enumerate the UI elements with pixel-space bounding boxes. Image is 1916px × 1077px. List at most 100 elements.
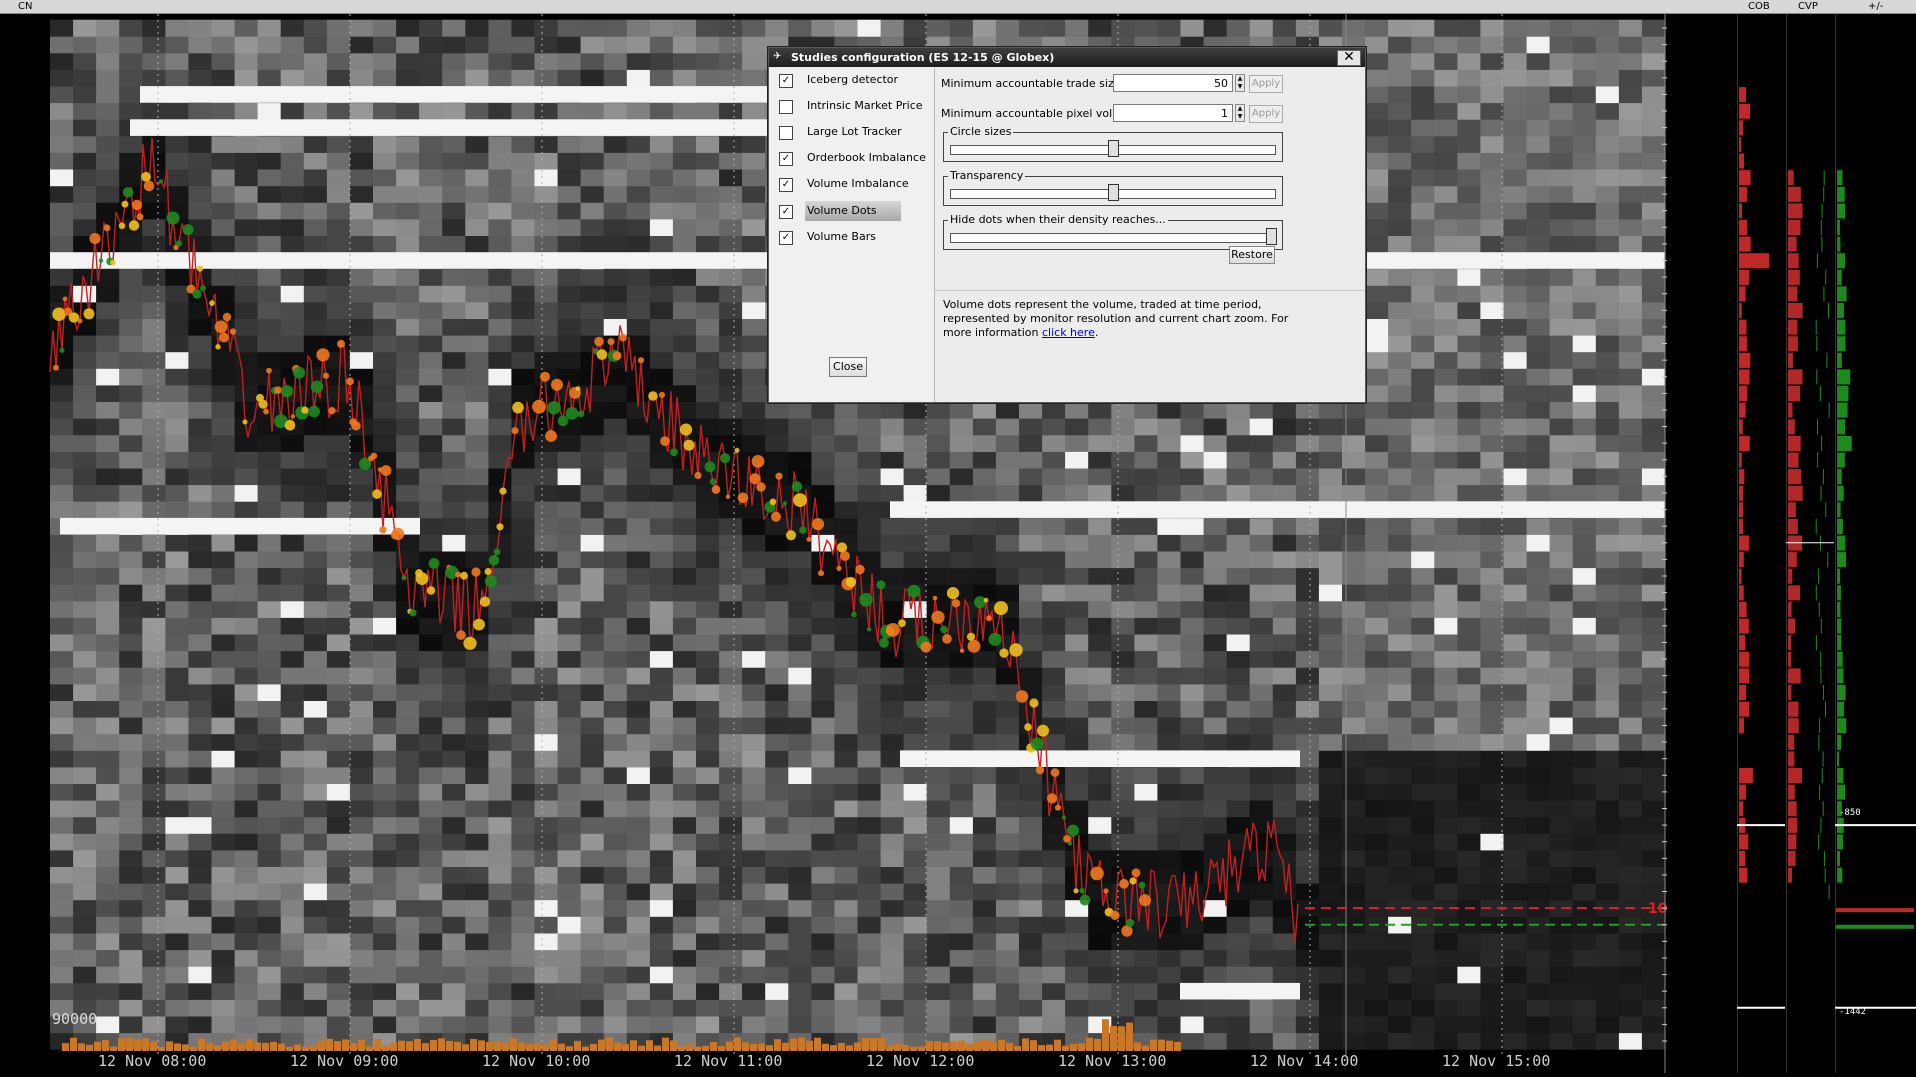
- volume-bar: [406, 1041, 413, 1051]
- volume-bar: [678, 1047, 685, 1051]
- heatmap-cell: [50, 634, 74, 651]
- heatmap-cell: [1088, 618, 1112, 635]
- heatmap-cell: [1181, 684, 1205, 701]
- heatmap-cell: [1157, 983, 1181, 1000]
- heatmap-cell: [1134, 584, 1158, 601]
- heatmap-cell: [119, 601, 143, 618]
- heatmap-cell: [834, 917, 858, 934]
- heatmap-cell: [535, 153, 559, 170]
- heatmap-cell: [119, 551, 143, 568]
- heatmap-cell: [604, 983, 628, 1000]
- volume-bar: [1134, 1042, 1141, 1051]
- heatmap-cell: [788, 20, 812, 37]
- heatmap-cell: [119, 352, 143, 369]
- heatmap-cell: [488, 767, 512, 784]
- volume-dot: [460, 572, 468, 580]
- heatmap-cell: [811, 618, 835, 635]
- heatmap-cell: [1480, 302, 1504, 319]
- heatmap-cell: [119, 917, 143, 934]
- heatmap-cell: [1296, 651, 1320, 668]
- heatmap-cell: [1388, 53, 1412, 70]
- heatmap-cell: [627, 169, 651, 186]
- heatmap-cell: [511, 601, 535, 618]
- heatmap-cell: [1480, 618, 1504, 635]
- heatmap-cell: [1527, 1033, 1551, 1050]
- heatmap-cell: [1227, 634, 1251, 651]
- heatmap-cell: [465, 900, 489, 917]
- heatmap-cell: [142, 452, 166, 469]
- heatmap-cell: [165, 153, 189, 170]
- heatmap-cell: [1619, 867, 1643, 884]
- heatmap-cell: [258, 219, 282, 236]
- volume-dot: [473, 619, 485, 631]
- heatmap-cell: [165, 983, 189, 1000]
- heatmap-cell: [996, 452, 1020, 469]
- cvp-buy-bar: [1825, 502, 1826, 517]
- heatmap-cell: [1227, 784, 1251, 801]
- histogram-bar: [1739, 868, 1747, 883]
- volume-dot: [59, 348, 64, 353]
- heatmap-cell: [1065, 568, 1089, 585]
- volume-bar: [1094, 1039, 1101, 1051]
- heatmap-cell: [511, 883, 535, 900]
- heatmap-cell: [627, 368, 651, 385]
- volume-dot: [551, 379, 563, 391]
- heatmap-cell: [558, 302, 582, 319]
- heatmap-cell: [1019, 1016, 1043, 1033]
- heatmap-cell: [765, 784, 789, 801]
- time-tick-label: 12 Nov 08:00: [98, 1052, 206, 1070]
- volume-dot: [608, 338, 615, 345]
- heatmap-cell: [581, 418, 605, 435]
- liquidity-level: [1180, 983, 1300, 1000]
- heatmap-cell: [73, 817, 97, 834]
- heatmap-cell: [1573, 734, 1597, 751]
- volume-bar: [1086, 1038, 1093, 1051]
- heatmap-cell: [396, 319, 420, 336]
- heatmap-cell: [650, 169, 674, 186]
- heatmap-cell: [719, 269, 743, 286]
- heatmap-cell: [1065, 966, 1089, 983]
- heatmap-cell: [1227, 667, 1251, 684]
- heatmap-cell: [1619, 202, 1643, 219]
- heatmap-cell: [1550, 319, 1574, 336]
- heatmap-cell: [1619, 418, 1643, 435]
- heatmap-cell: [165, 468, 189, 485]
- heatmap-cell: [1550, 634, 1574, 651]
- heatmap-cell: [1227, 584, 1251, 601]
- heatmap-cell: [281, 236, 305, 253]
- heatmap-cell: [258, 20, 282, 37]
- heatmap-cell: [442, 402, 466, 419]
- heatmap-cell: [188, 950, 212, 967]
- heatmap-cell: [1134, 535, 1158, 552]
- heatmap-cell: [1573, 1016, 1597, 1033]
- heatmap-cell: [765, 418, 789, 435]
- heatmap-cell: [1250, 485, 1274, 502]
- heatmap-cell: [581, 601, 605, 618]
- heatmap-cell: [558, 701, 582, 718]
- heatmap-cell: [1527, 651, 1551, 668]
- heatmap-cell: [604, 667, 628, 684]
- heatmap-cell: [650, 584, 674, 601]
- heatmap-cell: [350, 319, 374, 336]
- heatmap-cell: [1134, 435, 1158, 452]
- cvp-buy-bar: [1823, 685, 1824, 700]
- heatmap-cell: [142, 917, 166, 934]
- heatmap-cell: [1296, 933, 1320, 950]
- heatmap-cell: [1319, 435, 1343, 452]
- heatmap-cell: [904, 551, 928, 568]
- heatmap-cell: [558, 219, 582, 236]
- heatmap-cell: [558, 734, 582, 751]
- heatmap-cell: [1596, 601, 1620, 618]
- heatmap-cell: [742, 767, 766, 784]
- heatmap-cell: [881, 551, 905, 568]
- heatmap-cell: [788, 833, 812, 850]
- heatmap-cell: [1204, 20, 1228, 37]
- heatmap-cell: [119, 53, 143, 70]
- heatmap-cell: [719, 402, 743, 419]
- heatmap-cell: [904, 1000, 928, 1017]
- heatmap-cell: [188, 618, 212, 635]
- heatmap-cell: [1457, 800, 1481, 817]
- heatmap-cell: [1365, 535, 1389, 552]
- heatmap-cell: [73, 53, 97, 70]
- heatmap-cell: [73, 717, 97, 734]
